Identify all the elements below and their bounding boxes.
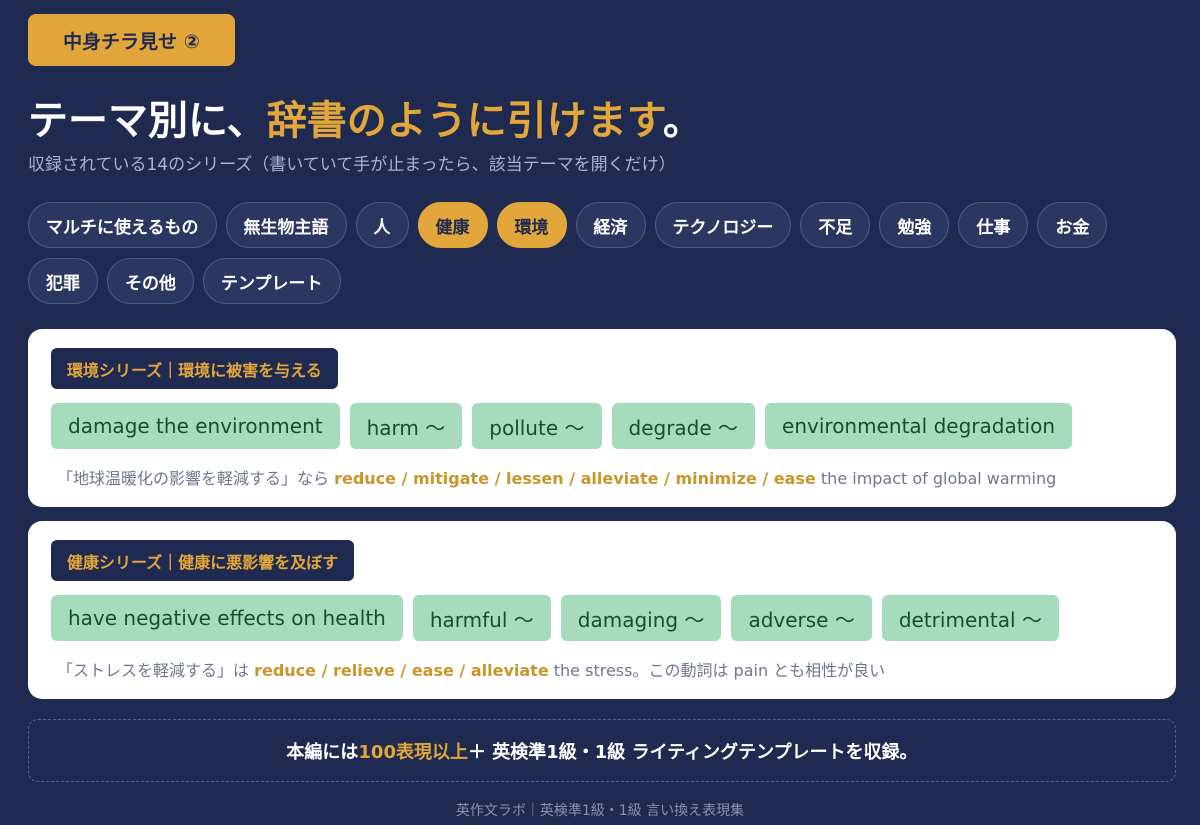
theme-pill-people[interactable]: 人 xyxy=(355,202,409,248)
expression-chip: pollute 〜 xyxy=(472,403,602,449)
theme-pill-study[interactable]: 勉強 xyxy=(879,202,950,248)
card-series-label: 環境シリーズ｜環境に被害を与える xyxy=(51,348,338,389)
theme-pill-work[interactable]: 仕事 xyxy=(958,202,1029,248)
theme-pill-other[interactable]: その他 xyxy=(107,258,194,304)
expression-chip-list: have negative effects on health harmful … xyxy=(51,595,1059,641)
expression-chip: harmful 〜 xyxy=(412,595,551,641)
theme-pill-technology[interactable]: テクノロジー xyxy=(654,202,792,248)
note-prefix: 「地球温暖化の影響を軽減する」なら xyxy=(57,469,335,488)
expression-chip: detrimental 〜 xyxy=(881,595,1059,641)
page-subtitle: 収録されている14のシリーズ（書いていて手が止まったら、該当テーマを開くだけ） xyxy=(28,155,676,175)
theme-pill-template[interactable]: テンプレート xyxy=(203,258,341,304)
expression-chip: have negative effects on health xyxy=(51,595,403,641)
card-note: 「地球温暖化の影響を軽減する」なら reduce / mitigate / le… xyxy=(57,465,1056,489)
theme-pill-money[interactable]: お金 xyxy=(1037,202,1108,248)
theme-pill-list: マルチに使えるもの 無生物主語 人 健康 環境 経済 テクノロジー 不足 勉強 … xyxy=(28,202,1178,304)
title-accent: 辞書のように引けます xyxy=(266,98,663,144)
theme-pill-environment[interactable]: 環境 xyxy=(496,202,567,248)
note-suffix: the impact of global warming xyxy=(815,469,1057,488)
theme-pill-shortage[interactable]: 不足 xyxy=(800,202,871,248)
expression-chip-list: damage the environment harm 〜 pollute 〜 … xyxy=(51,403,1073,449)
card-note: 「ストレスを軽減する」は reduce / relieve / ease / a… xyxy=(57,657,885,681)
credit-line: 英作文ラボ｜英検準1級・1級 言い換え表現集 xyxy=(455,803,745,819)
health-card: 健康シリーズ｜健康に悪影響を及ぼす have negative effects … xyxy=(28,521,1176,699)
expression-chip: adverse 〜 xyxy=(731,595,872,641)
note-highlight: reduce / relieve / ease / alleviate xyxy=(254,661,549,680)
note-suffix: the stress。この動詞は pain とも相性が良い xyxy=(548,661,886,680)
theme-pill-health[interactable]: 健康 xyxy=(417,202,488,248)
footer-suffix: ＋ 英検準1級・1級 ライティングテンプレートを収録。 xyxy=(467,741,918,763)
header-badge: 中身チラ見せ ② xyxy=(28,14,235,66)
expression-chip: damaging 〜 xyxy=(560,595,722,641)
note-highlight: reduce / mitigate / lessen / alleviate /… xyxy=(334,469,816,488)
title-part1: テーマ別に、 xyxy=(28,98,267,144)
theme-pill-multi[interactable]: マルチに使えるもの xyxy=(28,202,217,248)
footer-prefix: 本編には xyxy=(286,741,359,763)
title-end: 。 xyxy=(662,98,703,144)
expression-chip: environmental degradation xyxy=(765,403,1073,449)
theme-pill-crime[interactable]: 犯罪 xyxy=(28,258,98,304)
expression-chip: harm 〜 xyxy=(349,403,463,449)
theme-pill-inanimate-subject[interactable]: 無生物主語 xyxy=(225,202,347,248)
footer-highlight: 100表現以上 xyxy=(358,741,468,763)
expression-chip: degrade 〜 xyxy=(611,403,756,449)
card-series-label: 健康シリーズ｜健康に悪影響を及ぼす xyxy=(51,540,355,581)
note-prefix: 「ストレスを軽減する」は xyxy=(57,661,255,680)
page-title: テーマ別に、辞書のように引けます。 xyxy=(28,88,703,146)
environment-card: 環境シリーズ｜環境に被害を与える damage the environment … xyxy=(28,329,1176,507)
footer-callout: 本編には 100表現以上 ＋ 英検準1級・1級 ライティングテンプレートを収録。 xyxy=(28,719,1176,782)
theme-pill-economy[interactable]: 経済 xyxy=(575,202,646,248)
expression-chip: damage the environment xyxy=(51,403,340,449)
